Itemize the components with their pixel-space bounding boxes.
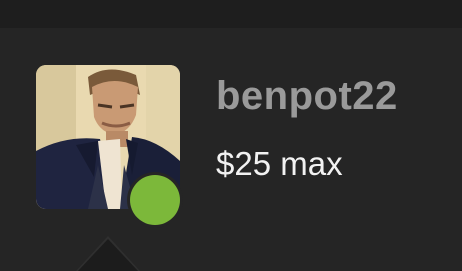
username[interactable]: benpot22 (216, 74, 398, 119)
header-strip (0, 0, 462, 28)
popover-pointer-inner (78, 239, 138, 271)
avatar-container[interactable] (36, 65, 183, 228)
online-status-indicator (130, 175, 180, 225)
bid-limit: $25 max (216, 145, 343, 182)
profile-panel: benpot22 $25 max (0, 0, 462, 271)
